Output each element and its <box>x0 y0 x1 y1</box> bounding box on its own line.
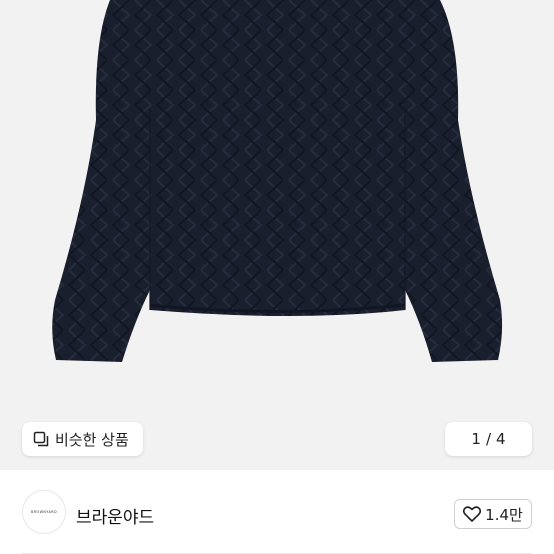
similar-products-icon <box>33 431 49 447</box>
seller-logo: BROWNYARD <box>31 510 57 514</box>
heart-outline-icon <box>463 506 482 522</box>
pager-current: 1 <box>471 430 481 448</box>
pager-separator: / <box>485 430 492 448</box>
image-pager[interactable]: 1 / 4 <box>445 422 532 456</box>
seller-name[interactable]: 브라운야드 <box>76 503 154 528</box>
like-count: 1.4만 <box>485 505 523 524</box>
product-image-sweater <box>52 0 503 362</box>
product-photo-area[interactable]: 비슷한 상품 1 / 4 <box>0 0 554 470</box>
pager-total: 4 <box>496 430 506 448</box>
seller-avatar[interactable]: BROWNYARD <box>22 490 66 534</box>
similar-products-label: 비슷한 상품 <box>55 430 129 449</box>
similar-products-button[interactable]: 비슷한 상품 <box>22 422 143 456</box>
seller-row[interactable]: BROWNYARD 브라운야드 1.4만 <box>0 470 554 554</box>
like-button[interactable]: 1.4만 <box>454 499 532 529</box>
